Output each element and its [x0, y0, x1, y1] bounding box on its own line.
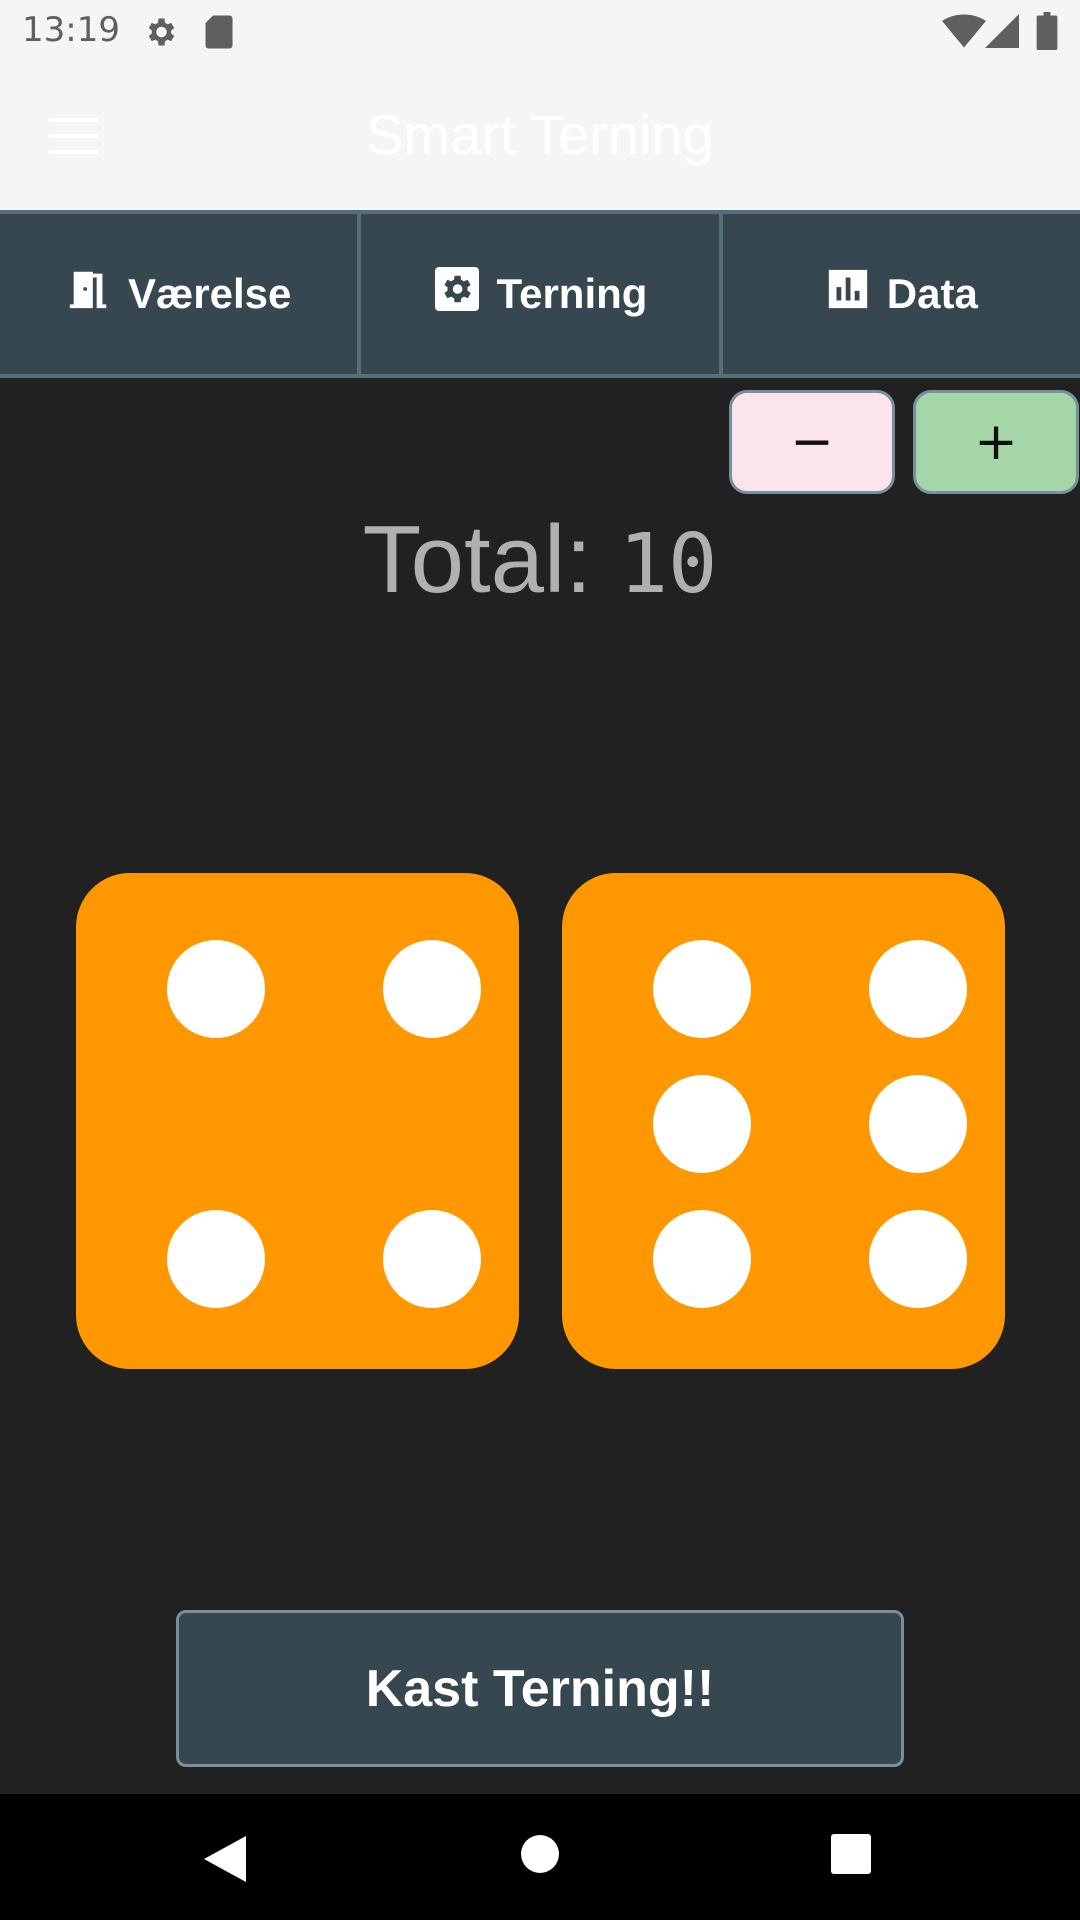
settings-icon	[142, 14, 178, 54]
tab-terning-label: Terning	[496, 270, 648, 317]
signal-icon	[984, 14, 1020, 52]
status-bar: 13:19	[0, 0, 1080, 62]
die-pip	[653, 1075, 751, 1173]
wifi-icon	[942, 14, 986, 52]
total-label: Total:	[362, 506, 593, 613]
battery-icon	[1036, 12, 1058, 54]
app-bar: Smart Terning	[0, 62, 1080, 210]
die-pip	[869, 1075, 967, 1173]
app-title: Smart Terning	[366, 103, 714, 166]
die-pip	[167, 1210, 265, 1308]
die-pip	[653, 940, 751, 1038]
remove-die-button[interactable]: −	[729, 390, 895, 494]
gear-icon	[433, 265, 497, 323]
die-pip	[383, 940, 481, 1038]
total-value: 10	[618, 517, 718, 612]
sd-card-icon	[204, 14, 234, 54]
tab-terning[interactable]: Terning	[361, 214, 723, 374]
home-icon[interactable]	[520, 1834, 560, 1879]
nav-bar	[0, 1794, 1080, 1920]
tab-bar: Værelse Terning Data	[0, 210, 1080, 378]
die-pip	[653, 1210, 751, 1308]
tab-vaerelse-label: Værelse	[127, 270, 292, 317]
tab-data-label: Data	[886, 270, 978, 317]
roll-dice-button[interactable]: Kast Terning!!	[176, 1610, 904, 1767]
die-pip	[869, 1210, 967, 1308]
die-2[interactable]	[562, 873, 1005, 1369]
die-1[interactable]	[76, 873, 519, 1369]
tab-vaerelse[interactable]: Værelse	[0, 214, 362, 374]
back-icon[interactable]	[204, 1836, 246, 1887]
total-display: Total: 10	[0, 505, 1080, 615]
bar-chart-icon	[825, 266, 887, 322]
status-time: 13:19	[22, 10, 120, 50]
add-die-button[interactable]: +	[913, 390, 1079, 494]
recents-icon[interactable]	[831, 1834, 871, 1879]
tab-data[interactable]: Data	[723, 214, 1080, 374]
die-pip	[869, 940, 967, 1038]
die-pip	[383, 1210, 481, 1308]
die-pip	[167, 940, 265, 1038]
door-icon	[66, 265, 128, 323]
